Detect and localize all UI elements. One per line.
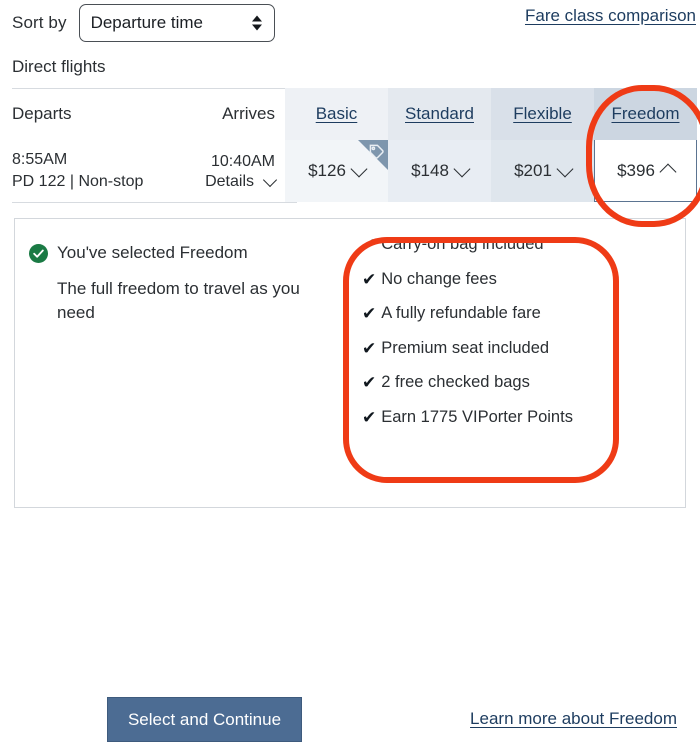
checkmark-icon: ✔ [362,304,377,324]
list-item: ✔ Carry-on bag included [362,235,612,255]
flight-arrive-cell: 10:40AM Details [150,140,285,202]
benefit-label: 2 free checked bags [381,373,530,392]
chevron-down-icon [262,172,278,187]
header-cell-standard[interactable]: Standard [388,88,491,140]
list-item: ✔ A fully refundable fare [362,304,612,324]
flight-stops: Non-stop [78,173,144,190]
flight-results-table: Departs Arrives Basic Standard Flexible … [0,88,700,203]
header-standard-link[interactable]: Standard [405,104,474,124]
header-departs-label: Departs [12,104,72,123]
header-cell-basic[interactable]: Basic [285,88,388,140]
list-item: ✔ Earn 1775 VIPorter Points [362,408,612,428]
fare-class-comparison-link[interactable]: Fare class comparison [525,6,696,26]
details-label: Details [205,172,254,190]
flight-row: 8:55AM PD 122 | Non-stop 10:40AM Details… [0,140,700,202]
price-freedom: $396 [617,160,655,180]
selected-fare-line: You've selected Freedom [29,243,248,263]
list-item: ✔ 2 free checked bags [362,373,612,393]
flight-row-divider [12,202,297,203]
benefit-label: Premium seat included [381,338,550,357]
header-cell-freedom[interactable]: Freedom [594,88,697,140]
benefit-label: No change fees [381,269,497,288]
details-toggle[interactable]: Details [205,172,278,191]
chevron-up-icon [659,163,677,181]
flight-depart-cell: 8:55AM PD 122 | Non-stop [0,140,150,202]
header-cell-arrives: Arrives [150,88,285,140]
header-cell-flexible[interactable]: Flexible [491,88,594,140]
fare-description: The full freedom to travel as you need [57,279,300,323]
select-and-continue-button[interactable]: Select and Continue [107,697,302,742]
arrive-time: 10:40AM [210,153,275,171]
checkmark-icon: ✔ [362,407,377,427]
selected-fare-text: You've selected Freedom [57,243,248,262]
checkmark-icon: ✔ [362,373,377,393]
price-cell-basic[interactable]: $126 [285,140,388,202]
price-cell-freedom[interactable]: $396 [594,140,697,202]
benefit-label: Earn 1775 VIPorter Points [381,407,573,426]
header-basic-link[interactable]: Basic [316,104,358,124]
header-arrives-label: Arrives [222,104,275,123]
header-freedom-link[interactable]: Freedom [611,104,679,124]
sort-by-label: Sort by [12,13,67,32]
check-circle-icon [29,243,48,263]
header-cell-departs: Departs [0,88,150,140]
freedom-fare-panel: You've selected Freedom The full freedom… [14,218,686,742]
flight-number-and-stops: PD 122 | Non-stop [12,171,150,193]
flight-number: PD 122 [12,173,66,190]
header-flexible-link[interactable]: Flexible [513,104,572,124]
price-cell-standard[interactable]: $148 [388,140,491,202]
flight-separator: | [69,173,74,190]
price-cell-flexible[interactable]: $201 [491,140,594,202]
price-standard: $148 [411,161,449,180]
freedom-benefits-list: ✔ Carry-on bag included ✔ No change fees… [362,235,612,442]
price-tag-icon [368,143,385,160]
price-flexible: $201 [514,161,552,180]
table-header-row: Departs Arrives Basic Standard Flexible … [0,88,700,140]
checkmark-icon: ✔ [362,269,377,289]
list-item: ✔ Premium seat included [362,339,612,359]
direct-flights-label: Direct flights [12,57,106,76]
sort-by-select-value: Departure time [90,13,203,32]
depart-time: 8:55AM [12,151,68,169]
sort-by-select[interactable]: Departure time [78,4,275,42]
chevron-down-icon [556,160,574,178]
checkmark-icon: ✔ [362,235,377,254]
chevron-down-icon [453,160,471,178]
list-item: ✔ No change fees [362,270,612,290]
benefit-label: Carry-on bag included [381,235,544,253]
price-basic: $126 [308,161,346,180]
stepper-up-down-icon[interactable] [251,15,262,31]
benefit-label: A fully refundable fare [381,304,541,323]
learn-more-about-freedom-link[interactable]: Learn more about Freedom [470,709,677,729]
checkmark-icon: ✔ [362,338,377,358]
